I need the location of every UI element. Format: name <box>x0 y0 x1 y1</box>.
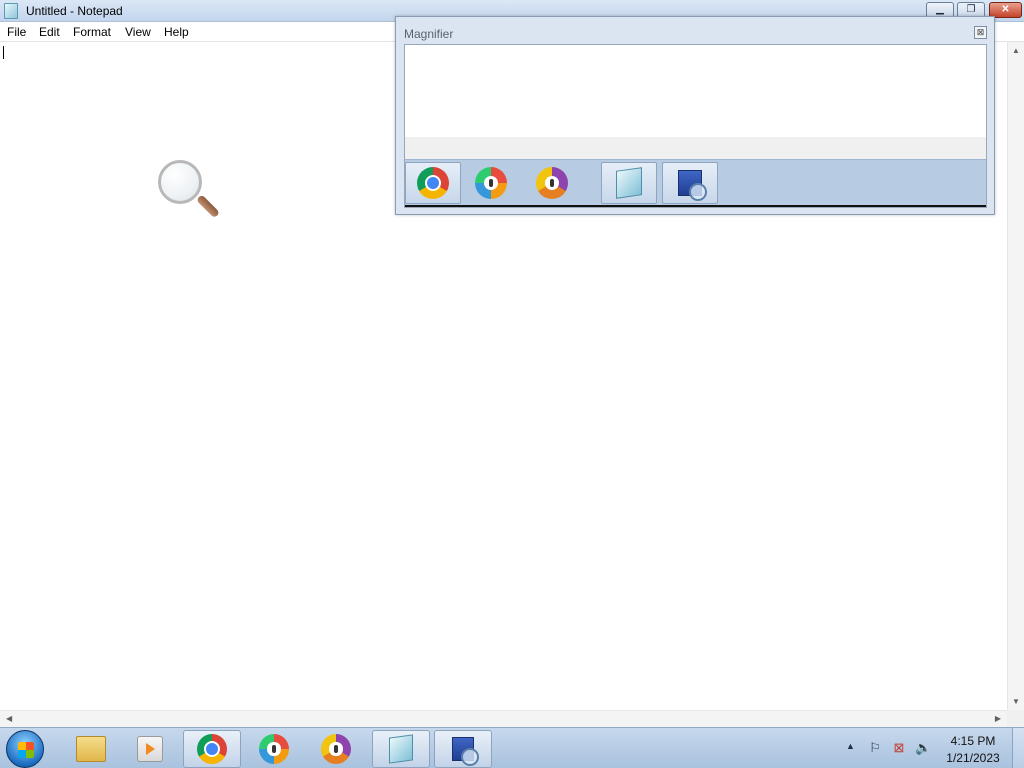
taskbar-chrome[interactable] <box>183 730 241 768</box>
scroll-up-icon[interactable]: ▲ <box>1012 46 1020 55</box>
avast-browser-icon <box>259 734 289 764</box>
magnifier-close-icon[interactable]: ⊠ <box>974 26 987 39</box>
notepad-app-icon <box>389 734 413 764</box>
magnifier-lens-icon[interactable] <box>158 160 221 230</box>
avast-browser-alt-icon <box>536 167 568 199</box>
taskbar-avast-browser[interactable] <box>245 730 303 768</box>
magnified-avast-tile <box>463 162 519 204</box>
scroll-left-icon[interactable]: ◀ <box>6 714 12 723</box>
scroll-right-icon[interactable]: ▶ <box>995 714 1001 723</box>
taskbar: ▲ ⚐ ⊠ 🔈 4:15 PM 1/21/2023 <box>0 727 1024 768</box>
folder-icon <box>76 736 106 762</box>
magnified-scrollbar <box>405 137 986 159</box>
taskbar-notepad[interactable] <box>372 730 430 768</box>
start-button[interactable] <box>6 730 44 768</box>
text-caret <box>3 46 4 59</box>
horizontal-scrollbar[interactable]: ◀ ▶ <box>0 710 1007 727</box>
magnified-edge <box>405 205 986 207</box>
show-desktop-button[interactable] <box>1012 728 1024 768</box>
magnified-avast2-tile <box>524 162 580 204</box>
taskbar-avast-browser-alt[interactable] <box>307 730 365 768</box>
vertical-scrollbar[interactable]: ▲ ▼ <box>1007 42 1024 710</box>
notepad-icon <box>4 3 18 19</box>
avast-browser-icon <box>475 167 507 199</box>
taskbar-media-player[interactable] <box>121 730 179 768</box>
magnified-notepad-tile <box>601 162 657 204</box>
magnifier-app-icon <box>452 737 479 766</box>
action-center-icon[interactable]: ⚐ <box>868 741 882 755</box>
menu-format[interactable]: Format <box>73 25 111 39</box>
network-disconnected-icon[interactable]: ⊠ <box>892 741 906 755</box>
menu-view[interactable]: View <box>125 25 151 39</box>
notepad-app-icon <box>616 167 642 199</box>
avast-browser-alt-icon <box>321 734 351 764</box>
magnifier-window[interactable]: Magnifier ⊠ <box>395 16 995 215</box>
menu-help[interactable]: Help <box>164 25 189 39</box>
windows-logo-icon <box>18 742 34 758</box>
window-title: Untitled - Notepad <box>26 4 123 18</box>
scrollbar-corner <box>1007 710 1024 727</box>
magnifier-view <box>404 44 987 208</box>
volume-icon[interactable]: 🔈 <box>915 741 931 755</box>
magnified-magnifier-tile <box>662 162 718 204</box>
show-hidden-icons-button[interactable]: ▲ <box>846 741 855 751</box>
chrome-icon <box>417 167 449 199</box>
magnified-chrome-tile <box>405 162 461 204</box>
magnified-taskbar <box>405 159 986 205</box>
lens-glass <box>158 160 202 204</box>
media-player-icon <box>137 736 163 762</box>
chrome-icon <box>197 734 227 764</box>
magnifier-title: Magnifier <box>404 27 454 41</box>
taskbar-explorer[interactable] <box>62 730 120 768</box>
lens-handle <box>196 194 221 219</box>
clock-date[interactable]: 1/21/2023 <box>938 751 1008 765</box>
menu-file[interactable]: File <box>7 25 26 39</box>
taskbar-magnifier[interactable] <box>434 730 492 768</box>
menu-edit[interactable]: Edit <box>39 25 60 39</box>
clock-time[interactable]: 4:15 PM <box>938 734 1008 748</box>
scroll-down-icon[interactable]: ▼ <box>1012 697 1020 706</box>
magnifier-app-icon <box>678 170 707 201</box>
